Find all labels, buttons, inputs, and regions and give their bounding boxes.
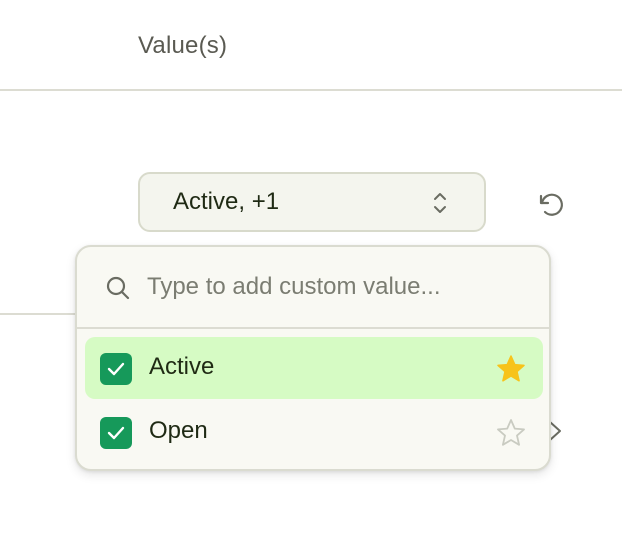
option-active[interactable]: Active <box>85 337 543 399</box>
check-icon <box>107 362 125 376</box>
star-filled-icon[interactable] <box>495 353 527 385</box>
search-icon <box>106 276 130 300</box>
values-dropdown: Active Open <box>75 245 551 471</box>
table-divider <box>0 89 622 91</box>
checkbox-open[interactable] <box>100 417 132 449</box>
star-outline-icon[interactable] <box>495 417 527 449</box>
custom-value-input[interactable] <box>147 269 527 305</box>
reset-icon[interactable] <box>536 190 566 220</box>
option-label: Open <box>149 417 208 444</box>
option-label: Active <box>149 353 215 380</box>
select-value: Active, +1 <box>173 188 280 215</box>
search-row <box>77 247 549 327</box>
checkbox-active[interactable] <box>100 353 132 385</box>
values-select[interactable]: Active, +1 <box>138 172 486 232</box>
option-open[interactable]: Open <box>85 401 543 463</box>
chevron-up-down-icon <box>434 193 446 213</box>
check-icon <box>107 426 125 440</box>
row-divider <box>0 313 80 315</box>
popover-divider <box>77 327 549 329</box>
column-header-values: Value(s) <box>138 32 228 59</box>
